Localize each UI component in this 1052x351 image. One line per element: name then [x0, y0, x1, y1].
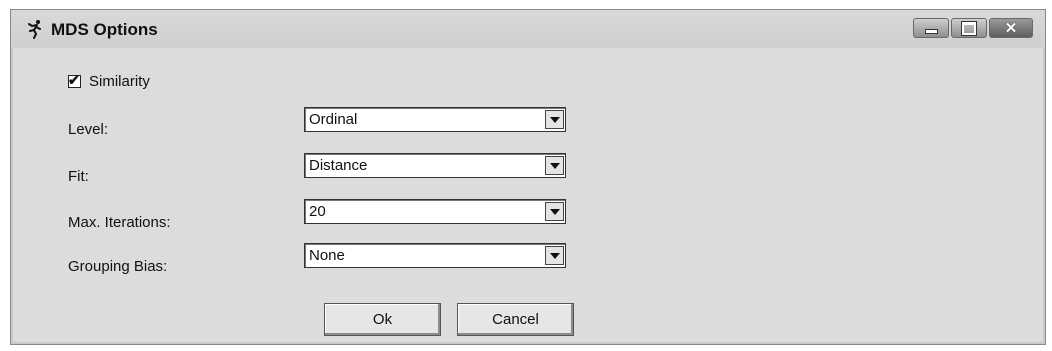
- grouping-bias-dropdown-button[interactable]: [545, 246, 564, 265]
- close-icon: ✕: [1004, 19, 1018, 37]
- close-button[interactable]: ✕: [989, 18, 1033, 38]
- level-value: Ordinal: [309, 111, 358, 128]
- check-icon: ✔: [68, 72, 80, 88]
- fit-value: Distance: [309, 157, 368, 174]
- chevron-down-icon: [549, 116, 560, 123]
- ok-button[interactable]: Ok: [324, 303, 441, 336]
- max-iterations-label: Max. Iterations:: [68, 214, 171, 231]
- chevron-down-icon: [549, 252, 560, 259]
- max-iterations-select[interactable]: 20: [304, 199, 566, 224]
- minimize-button[interactable]: [913, 18, 949, 38]
- max-iterations-dropdown-button[interactable]: [545, 202, 564, 221]
- title-bar[interactable]: MDS Options ✕: [11, 10, 1045, 48]
- similarity-label[interactable]: Similarity: [89, 73, 150, 90]
- fit-label: Fit:: [68, 168, 89, 185]
- similarity-checkbox[interactable]: ✔: [68, 72, 81, 88]
- window-title: MDS Options: [51, 20, 158, 39]
- chevron-down-icon: [549, 162, 560, 169]
- maximize-icon: [961, 20, 977, 36]
- chevron-down-icon: [549, 208, 560, 215]
- grouping-bias-label: Grouping Bias:: [68, 258, 168, 275]
- similarity-checkbox-row[interactable]: ✔ Similarity: [68, 72, 150, 90]
- grouping-bias-select[interactable]: None: [304, 243, 566, 268]
- mds-options-dialog: MDS Options ✕ ✔ Similarity Level: Ordina…: [10, 9, 1046, 345]
- running-figure-icon: [28, 20, 41, 39]
- level-label: Level:: [68, 121, 109, 138]
- fit-dropdown-button[interactable]: [545, 156, 564, 175]
- fit-select[interactable]: Distance: [304, 153, 566, 178]
- grouping-bias-value: None: [309, 247, 345, 264]
- cancel-button[interactable]: Cancel: [457, 303, 574, 336]
- max-iterations-value: 20: [309, 203, 326, 220]
- level-dropdown-button[interactable]: [545, 110, 564, 129]
- minimize-icon: [924, 29, 938, 34]
- maximize-button[interactable]: [951, 18, 987, 38]
- level-select[interactable]: Ordinal: [304, 107, 566, 132]
